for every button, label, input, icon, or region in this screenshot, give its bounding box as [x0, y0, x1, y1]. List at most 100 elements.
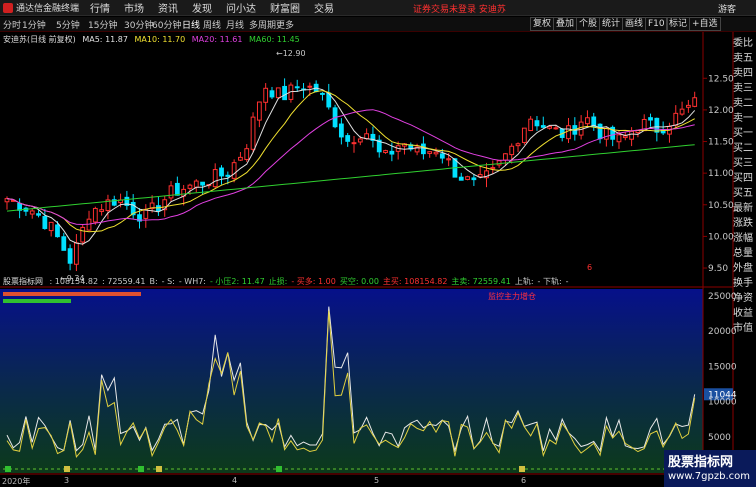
- signal-marker: [64, 466, 70, 472]
- signal-marker: [138, 466, 144, 472]
- candle-body: [212, 169, 218, 188]
- candle-body: [67, 248, 73, 264]
- candle-body: [99, 209, 105, 212]
- price-label: 11.00: [708, 169, 734, 179]
- candle-body: [80, 226, 86, 243]
- candle-body: [547, 125, 552, 129]
- candle-body: [200, 181, 205, 186]
- candle-body: [427, 151, 433, 154]
- candle-body: [603, 128, 609, 140]
- candle-body: [673, 112, 679, 126]
- ma5-name: MA5:: [82, 35, 103, 44]
- indicator-axis-label: 10000: [708, 398, 737, 408]
- quote-side-panel: 委比 卖五 卖四 卖三 卖二 卖一 买一 买二 买三 买四 买五 最新 涨跌 涨…: [733, 34, 756, 334]
- side-turnover: 换手: [733, 278, 753, 289]
- candle-body: [540, 125, 546, 128]
- candle-body: [685, 104, 691, 108]
- candle-body: [263, 87, 269, 103]
- candle-body: [490, 167, 496, 170]
- candle-body: [439, 153, 445, 159]
- candle-body: [351, 142, 357, 145]
- indicator-item: 止损:: [268, 277, 288, 286]
- price-label: 9.50: [708, 264, 728, 274]
- signal-marker: [156, 466, 162, 472]
- candle-body: [446, 158, 452, 161]
- indicator-legend: 股票指标网 : 108154.82: 72559.41 B: - S: - WH7: -…: [3, 276, 569, 287]
- indicator-axis-label: 5000: [708, 433, 731, 443]
- ma60-label: MA60: 11.45: [249, 35, 300, 44]
- candle-body: [458, 176, 464, 181]
- side-bid3: 买三: [733, 158, 753, 169]
- candle-body: [345, 135, 351, 142]
- side-outer: 外盘: [733, 263, 753, 274]
- candle-body: [509, 145, 515, 156]
- candles: ←12.90←9.346: [4, 49, 698, 283]
- candle-body: [364, 133, 370, 140]
- candle-body: [629, 130, 634, 140]
- candle-body: [29, 210, 35, 215]
- buy-bar: [3, 292, 141, 296]
- watermark: 股票指标网 www.7gpzb.com: [664, 450, 756, 487]
- kline-chart[interactable]: ←12.90←9.346 12.50 12.00 11.50 11.00 10.50 10…: [0, 0, 756, 487]
- side-bid4: 买四: [733, 173, 753, 184]
- side-change-pct: 涨幅: [733, 233, 753, 244]
- indicator-item: - 小压2: 11.47: [210, 277, 265, 286]
- candle-body: [477, 174, 483, 178]
- ma10-value: 11.70: [162, 35, 186, 44]
- ma60-name: MA60:: [249, 35, 275, 44]
- indicator-item: B:: [149, 277, 158, 286]
- candle-body: [275, 87, 281, 99]
- candle-body: [307, 85, 313, 88]
- side-ask2: 卖二: [733, 98, 753, 109]
- candle-body: [269, 90, 275, 98]
- candle-body: [42, 215, 48, 229]
- indicator-item: -: [565, 277, 569, 286]
- x-label-2020: 2020年: [2, 477, 31, 486]
- candle-body: [534, 120, 540, 127]
- candle-body: [503, 153, 508, 161]
- candle-body: [357, 138, 363, 143]
- indicator-title[interactable]: 股票指标网: [3, 277, 43, 286]
- candle-body: [92, 207, 98, 223]
- main-legend: 安迪苏(日线 前复权) MA5: 11.87 MA10: 11.70 MA20:…: [3, 34, 300, 45]
- indicator-item: - 买多: 1.00: [291, 277, 336, 286]
- candle-body: [553, 127, 559, 130]
- signal-marker: [276, 466, 282, 472]
- indicator-axis-label: 15000: [708, 362, 737, 372]
- candle-body: [250, 116, 256, 150]
- price-label: 12.50: [708, 74, 734, 84]
- price-label: 12.00: [708, 106, 734, 116]
- side-ask4: 卖四: [733, 68, 753, 79]
- watermark-title: 股票指标网: [668, 455, 734, 470]
- candle-body: [421, 143, 426, 155]
- main-chart-title: 安迪苏(日线 前复权): [3, 35, 76, 44]
- side-ask1: 卖一: [733, 113, 753, 124]
- watermark-url: www.7gpzb.com: [668, 471, 750, 482]
- candle-body: [383, 150, 388, 154]
- indicator-item: 主卖: 72559.41: [451, 277, 511, 286]
- candle-body: [433, 151, 439, 155]
- chart-marker: 6: [587, 263, 592, 272]
- candle-body: [320, 92, 325, 95]
- candle-body: [55, 224, 60, 238]
- indicator-item: 买空: 0.00: [339, 277, 379, 286]
- side-latest: 最新: [733, 203, 753, 214]
- ma5-value: 11.87: [105, 35, 128, 44]
- candle-body: [515, 143, 521, 147]
- candle-body: [338, 123, 344, 138]
- candle-body: [616, 134, 622, 143]
- indicator-item: 上轨:: [514, 277, 534, 286]
- indicator-item: : 72559.41: [102, 277, 146, 286]
- indicator-item: - WH7:: [178, 277, 206, 286]
- indicator-item: - S:: [161, 277, 175, 286]
- candle-body: [465, 176, 470, 180]
- candle-body: [692, 97, 698, 107]
- indicator-item: : 108154.82: [49, 277, 99, 286]
- candle-body: [36, 213, 41, 216]
- monitor-label: 监控主力增仓: [488, 292, 536, 301]
- indicator-item: - 下轨:: [537, 277, 562, 286]
- ma-lines: [6, 87, 696, 245]
- side-weibi: 委比: [733, 38, 753, 49]
- candle-body: [225, 174, 231, 177]
- candle-body: [521, 127, 527, 143]
